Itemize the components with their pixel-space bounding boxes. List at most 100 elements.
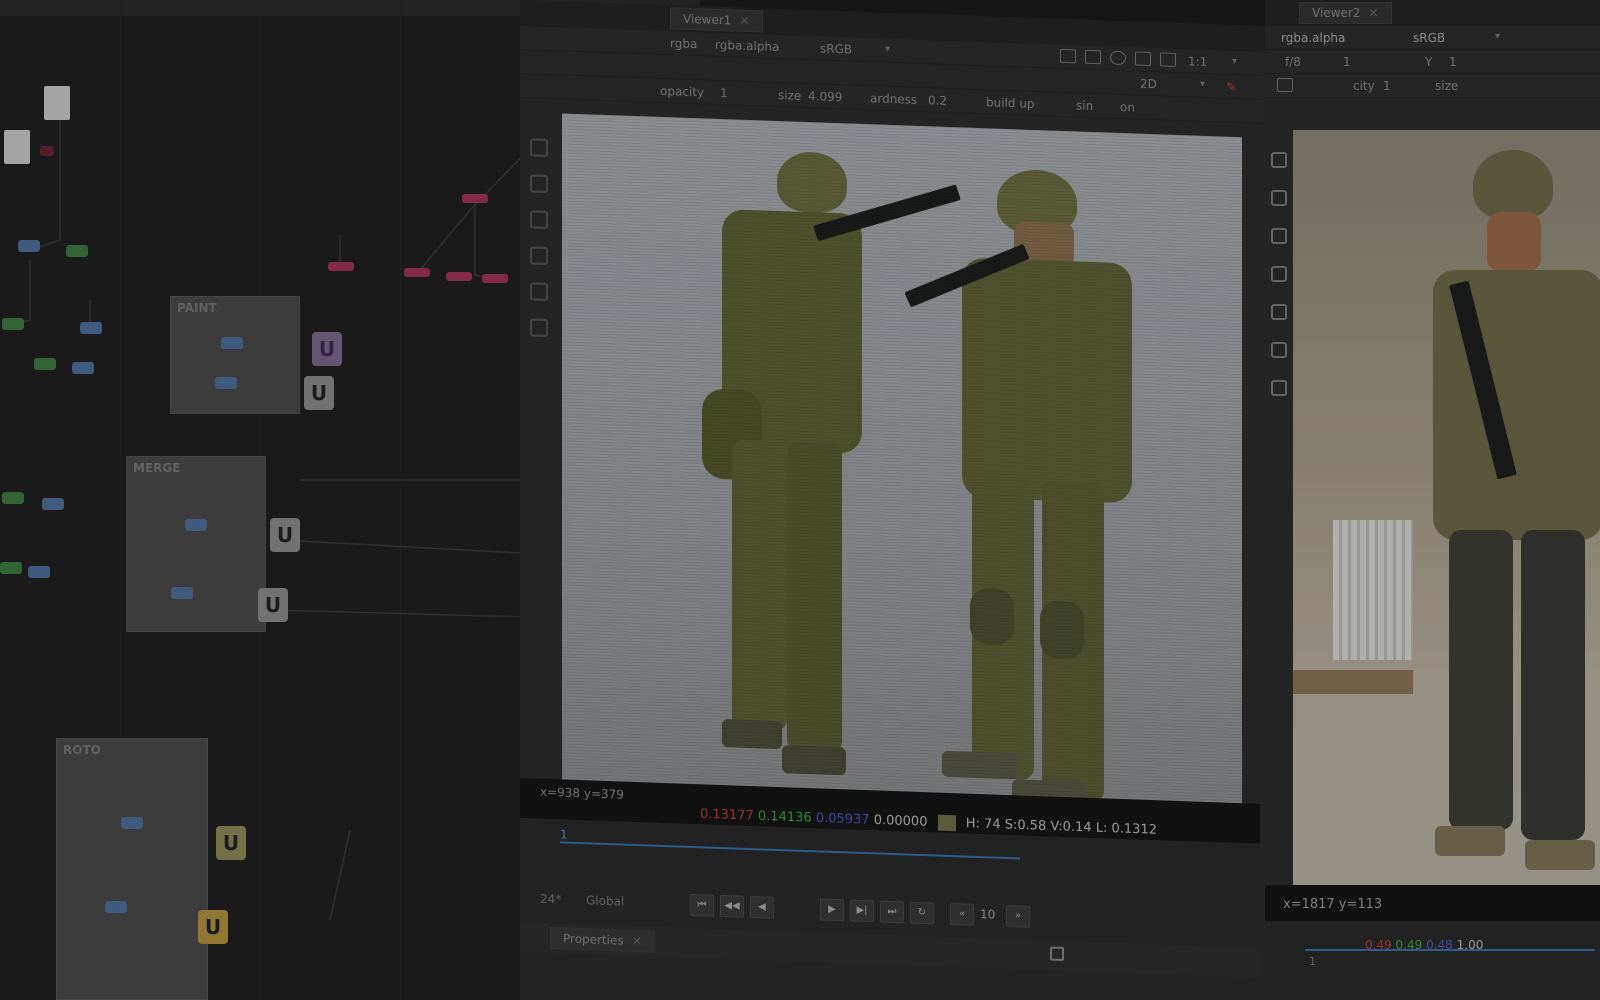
transform-icon[interactable] bbox=[530, 174, 548, 193]
grade-node-icon[interactable]: U bbox=[216, 826, 246, 860]
playhead-frame[interactable]: 1 bbox=[560, 827, 568, 841]
y-field[interactable]: 1 bbox=[1449, 55, 1457, 69]
tab-viewer2[interactable]: Viewer2 ✕ bbox=[1299, 2, 1392, 24]
node-blue[interactable] bbox=[121, 817, 143, 829]
merge-node-icon[interactable]: U bbox=[258, 588, 288, 622]
on-select[interactable]: on bbox=[1120, 100, 1135, 115]
close-icon[interactable]: ✕ bbox=[632, 934, 642, 948]
colorspace-select[interactable]: sRGB bbox=[820, 41, 852, 56]
read-node[interactable] bbox=[4, 130, 30, 164]
close-icon[interactable]: ✕ bbox=[1368, 6, 1378, 20]
node-green[interactable] bbox=[0, 562, 22, 574]
scope-select[interactable]: Global bbox=[586, 893, 624, 908]
node-blue[interactable] bbox=[42, 498, 64, 510]
node-pink[interactable] bbox=[482, 274, 508, 283]
node-pink[interactable] bbox=[462, 194, 488, 203]
zoom-select[interactable]: 1:1 bbox=[1188, 54, 1207, 69]
fast-forward-icon[interactable]: » bbox=[1006, 904, 1030, 928]
chevron-down-icon[interactable]: ▾ bbox=[1200, 79, 1205, 90]
channel-select[interactable]: rgba bbox=[670, 36, 697, 51]
tab-properties[interactable]: Properties ✕ bbox=[550, 927, 655, 953]
node-green[interactable] bbox=[2, 492, 24, 504]
node-red[interactable] bbox=[40, 146, 54, 156]
close-icon[interactable]: ✕ bbox=[739, 14, 749, 28]
chevron-down-icon[interactable]: ▾ bbox=[1232, 56, 1237, 67]
frame-increment-field[interactable]: 10 bbox=[980, 907, 995, 922]
clone-icon[interactable] bbox=[530, 246, 548, 265]
frame-field[interactable]: 1 bbox=[1343, 55, 1351, 69]
blur-icon[interactable] bbox=[530, 282, 548, 301]
node-blue[interactable] bbox=[185, 519, 207, 531]
opacity-field[interactable]: 1 bbox=[720, 86, 728, 100]
backdrop-node[interactable]: PAINT bbox=[170, 296, 300, 414]
blur-icon[interactable] bbox=[1271, 342, 1287, 358]
size-field[interactable]: 4.099 bbox=[808, 89, 842, 104]
opacity-field[interactable]: 1 bbox=[1383, 79, 1391, 93]
chevron-down-icon[interactable]: ▾ bbox=[1495, 31, 1500, 42]
viewer2-timeline[interactable]: 1 bbox=[1265, 921, 1600, 1000]
viewer1-image[interactable] bbox=[562, 113, 1242, 814]
gain-icon[interactable] bbox=[1060, 48, 1076, 64]
go-to-end-icon[interactable]: ⏭ bbox=[880, 900, 904, 924]
read-node[interactable] bbox=[44, 86, 70, 120]
loop-icon[interactable]: ↻ bbox=[910, 901, 934, 925]
node-blue[interactable] bbox=[18, 240, 40, 252]
viewer2-panel[interactable]: Viewer2 ✕ rgba.alpha sRGB ▾ f/8 1 Y 1 cit… bbox=[1265, 0, 1600, 1000]
pause-icon[interactable] bbox=[1160, 52, 1176, 67]
merge-node-icon[interactable]: U bbox=[304, 376, 334, 410]
backdrop-node[interactable]: ROTO bbox=[56, 738, 208, 1000]
node-blue[interactable] bbox=[28, 566, 50, 578]
viewer2-image[interactable] bbox=[1293, 130, 1600, 920]
fps-select[interactable]: 24* bbox=[540, 892, 561, 907]
node-blue[interactable] bbox=[72, 362, 94, 374]
step-back-icon[interactable]: ◀ bbox=[750, 896, 774, 919]
select-icon[interactable] bbox=[1271, 152, 1287, 168]
dodge-icon[interactable] bbox=[530, 318, 548, 337]
previous-keyframe-icon[interactable]: ◀◀ bbox=[720, 894, 744, 918]
hardness-field[interactable]: 0.2 bbox=[928, 93, 947, 108]
add-point-icon[interactable] bbox=[1271, 190, 1287, 206]
go-to-start-icon[interactable]: ⏮ bbox=[690, 893, 714, 917]
refresh-icon[interactable] bbox=[1110, 50, 1126, 66]
pen-icon[interactable]: ✎ bbox=[1226, 80, 1236, 94]
dodge-icon[interactable] bbox=[1271, 380, 1287, 396]
chevron-down-icon[interactable]: ▾ bbox=[885, 44, 890, 55]
node-blue[interactable] bbox=[105, 901, 127, 913]
node-blue[interactable] bbox=[215, 377, 237, 389]
brush-icon[interactable] bbox=[530, 210, 548, 229]
node-green[interactable] bbox=[34, 358, 56, 370]
channel-mode-select[interactable]: rgba.alpha bbox=[1281, 31, 1345, 45]
node-green[interactable] bbox=[66, 245, 88, 257]
clone-icon[interactable] bbox=[1271, 304, 1287, 320]
select-icon[interactable] bbox=[530, 138, 548, 157]
settings-icon[interactable] bbox=[1135, 51, 1151, 67]
colorspace-select[interactable]: sRGB bbox=[1413, 31, 1445, 45]
brush-icon[interactable] bbox=[1271, 266, 1287, 282]
backdrop-node[interactable]: MERGE bbox=[126, 456, 266, 632]
step-forward-icon[interactable]: ▶| bbox=[850, 899, 874, 923]
node-blue[interactable] bbox=[221, 337, 243, 349]
fstop-select[interactable]: f/8 bbox=[1285, 55, 1301, 69]
channel-mode-select[interactable]: rgba.alpha bbox=[715, 38, 779, 54]
node-blue[interactable] bbox=[80, 322, 102, 334]
merge-node-icon[interactable]: U bbox=[270, 518, 300, 552]
tab-viewer1[interactable]: Viewer1 ✕ bbox=[670, 7, 763, 33]
buildup-checkbox[interactable]: build up bbox=[986, 95, 1035, 111]
viewer1-panel[interactable]: Viewer1 ✕ rgba rgba.alpha sRGB ▾ 1:1 ▾ 2D… bbox=[520, 0, 1280, 1000]
node-green[interactable] bbox=[2, 318, 24, 330]
bezier-icon[interactable] bbox=[1271, 228, 1287, 244]
lock-icon[interactable] bbox=[1050, 946, 1064, 961]
play-icon[interactable]: ▶ bbox=[820, 898, 844, 922]
timeline-track[interactable] bbox=[560, 841, 1020, 860]
node-blue[interactable] bbox=[171, 587, 193, 599]
node-pink[interactable] bbox=[404, 268, 430, 277]
mode-select[interactable]: sin bbox=[1076, 98, 1093, 113]
gear-icon[interactable] bbox=[1277, 78, 1293, 92]
list-icon[interactable] bbox=[1085, 49, 1101, 65]
rewind-icon[interactable]: « bbox=[950, 903, 974, 926]
view-mode-select[interactable]: 2D bbox=[1140, 77, 1157, 92]
shuffle-node-icon[interactable]: U bbox=[312, 332, 342, 366]
node-pink[interactable] bbox=[328, 262, 354, 271]
node-pink[interactable] bbox=[446, 272, 472, 281]
write-node-icon[interactable]: U bbox=[198, 910, 228, 944]
